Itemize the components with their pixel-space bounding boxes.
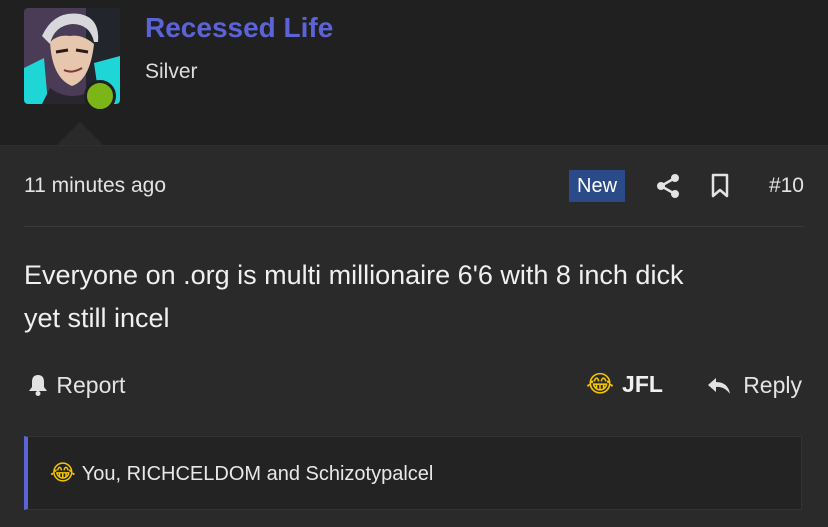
online-status-indicator (84, 80, 116, 112)
reply-button[interactable]: Reply (707, 372, 802, 399)
message-pointer (56, 122, 104, 146)
jfl-label: JFL (622, 371, 663, 397)
post-body: 11 minutes ago New #10 Everyone on .org … (0, 145, 828, 527)
crying-laughing-icon: 😂 (50, 461, 76, 486)
post-message-line: Everyone on .org is multi millionaire 6'… (24, 260, 684, 290)
report-button[interactable]: Report (28, 372, 125, 399)
reactions-list[interactable]: You, RICHCELDOM and Schizotypalcel (82, 463, 434, 485)
reactions-bar[interactable]: 😂 You, RICHCELDOM and Schizotypalcel (24, 436, 802, 510)
reply-label: Reply (743, 372, 802, 398)
crying-laughing-icon: 😂 (586, 370, 615, 398)
report-label: Report (56, 372, 126, 398)
post-number-link[interactable]: #10 (769, 174, 804, 198)
user-header: Recessed Life Silver (0, 0, 828, 146)
bell-icon (29, 375, 47, 396)
post-container: Recessed Life Silver 11 minutes ago New … (0, 0, 828, 527)
post-message-line: yet still incel (24, 303, 170, 333)
post-meta-bar: 11 minutes ago New #10 (24, 146, 804, 227)
share-icon[interactable] (656, 173, 680, 199)
username-link[interactable]: Recessed Life (145, 12, 333, 44)
post-message: Everyone on .org is multi millionaire 6'… (24, 254, 794, 340)
new-badge: New (569, 170, 626, 202)
user-rank: Silver (145, 60, 198, 83)
jfl-reaction-button[interactable]: 😂 JFL (586, 370, 663, 398)
reply-arrow-icon (707, 378, 730, 394)
reactions-summary: 😂 You, RICHCELDOM and Schizotypalcel (50, 461, 433, 486)
post-timestamp[interactable]: 11 minutes ago (24, 174, 166, 198)
post-actions: Report 😂 JFL Reply (24, 368, 804, 408)
bookmark-icon[interactable] (710, 173, 730, 199)
